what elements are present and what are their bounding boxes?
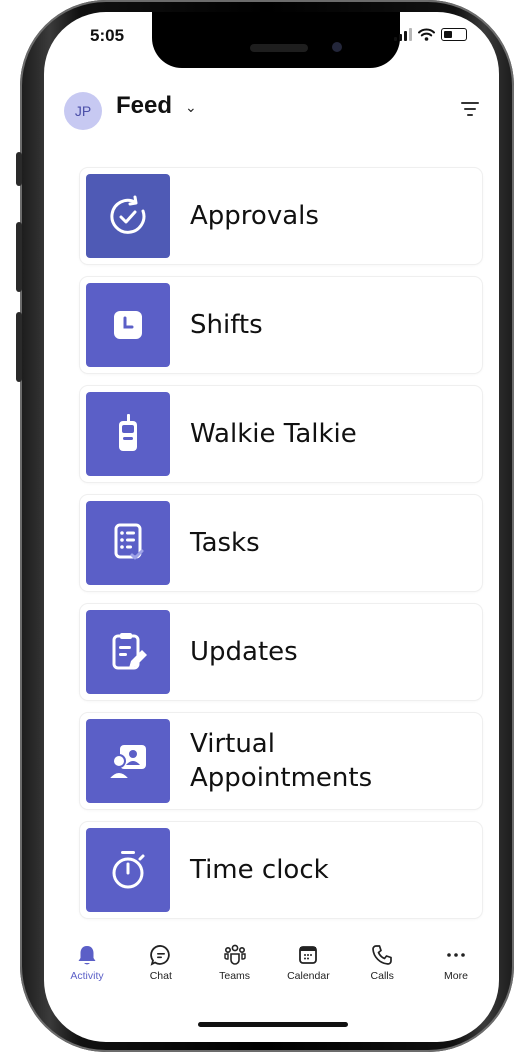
app-label: Tasks bbox=[190, 528, 260, 558]
app-label: Approvals bbox=[190, 201, 319, 231]
more-icon bbox=[445, 942, 467, 968]
virtual-appointments-icon bbox=[86, 719, 170, 803]
tab-label: Teams bbox=[219, 970, 251, 982]
status-time: 5:05 bbox=[90, 26, 125, 45]
app-card-tasks[interactable]: Tasks bbox=[80, 495, 482, 591]
filter-icon[interactable] bbox=[461, 102, 479, 120]
page-title[interactable]: Feed bbox=[116, 92, 172, 120]
home-indicator[interactable] bbox=[198, 1022, 348, 1027]
header: JP Feed ⌄ bbox=[44, 88, 499, 132]
app-card-shifts[interactable]: Shifts bbox=[80, 277, 482, 373]
mute-switch bbox=[16, 152, 22, 186]
tab-label: More bbox=[444, 970, 468, 982]
timer-icon bbox=[86, 828, 170, 912]
app-card-approvals[interactable]: Approvals bbox=[80, 168, 482, 264]
battery-icon bbox=[441, 28, 467, 41]
updates-icon bbox=[86, 610, 170, 694]
tab-label: Chat bbox=[149, 970, 172, 982]
app-card-time-clock[interactable]: Time clock bbox=[80, 822, 482, 918]
bell-icon bbox=[76, 942, 98, 968]
app-list: Approvals Shifts Walkie Talkie Tasks Upd… bbox=[80, 168, 482, 931]
tasks-icon bbox=[86, 501, 170, 585]
status-icons bbox=[394, 28, 467, 41]
app-label: Updates bbox=[190, 637, 298, 667]
tab-label: Calendar bbox=[287, 970, 330, 982]
tab-bar: Activity Chat Teams Calendar Calls More bbox=[44, 942, 499, 992]
front-camera bbox=[332, 42, 342, 52]
app-card-virtual-appointments[interactable]: Virtual Appointments bbox=[80, 713, 482, 809]
volume-down-button bbox=[16, 312, 22, 382]
walkie-talkie-icon bbox=[86, 392, 170, 476]
app-card-updates[interactable]: Updates bbox=[80, 604, 482, 700]
app-card-walkie-talkie[interactable]: Walkie Talkie bbox=[80, 386, 482, 482]
wifi-icon bbox=[418, 28, 435, 41]
tab-chat[interactable]: Chat bbox=[132, 942, 190, 992]
tab-calendar[interactable]: Calendar bbox=[279, 942, 337, 992]
app-label: Shifts bbox=[190, 310, 263, 340]
avatar[interactable]: JP bbox=[64, 92, 102, 130]
phone-icon bbox=[371, 942, 393, 968]
signal-icon bbox=[394, 28, 412, 41]
volume-up-button bbox=[16, 222, 22, 292]
speaker bbox=[250, 44, 308, 52]
chat-icon bbox=[150, 942, 172, 968]
tab-teams[interactable]: Teams bbox=[206, 942, 264, 992]
app-label: Virtual Appointments bbox=[190, 729, 373, 793]
notch bbox=[152, 12, 400, 68]
chevron-down-icon[interactable]: ⌄ bbox=[185, 100, 197, 116]
tab-more[interactable]: More bbox=[427, 942, 485, 992]
phone-screen: 5:05 JP Feed ⌄ Approvals Shifts Walkie T… bbox=[44, 12, 499, 1042]
tab-activity[interactable]: Activity bbox=[58, 942, 116, 992]
calendar-icon bbox=[297, 942, 319, 968]
app-label: Time clock bbox=[190, 855, 329, 885]
tab-calls[interactable]: Calls bbox=[353, 942, 411, 992]
approvals-icon bbox=[86, 174, 170, 258]
teams-icon bbox=[223, 942, 247, 968]
app-label: Walkie Talkie bbox=[190, 419, 357, 449]
tab-label: Calls bbox=[370, 970, 394, 982]
tab-label: Activity bbox=[70, 970, 104, 982]
clock-icon bbox=[86, 283, 170, 367]
